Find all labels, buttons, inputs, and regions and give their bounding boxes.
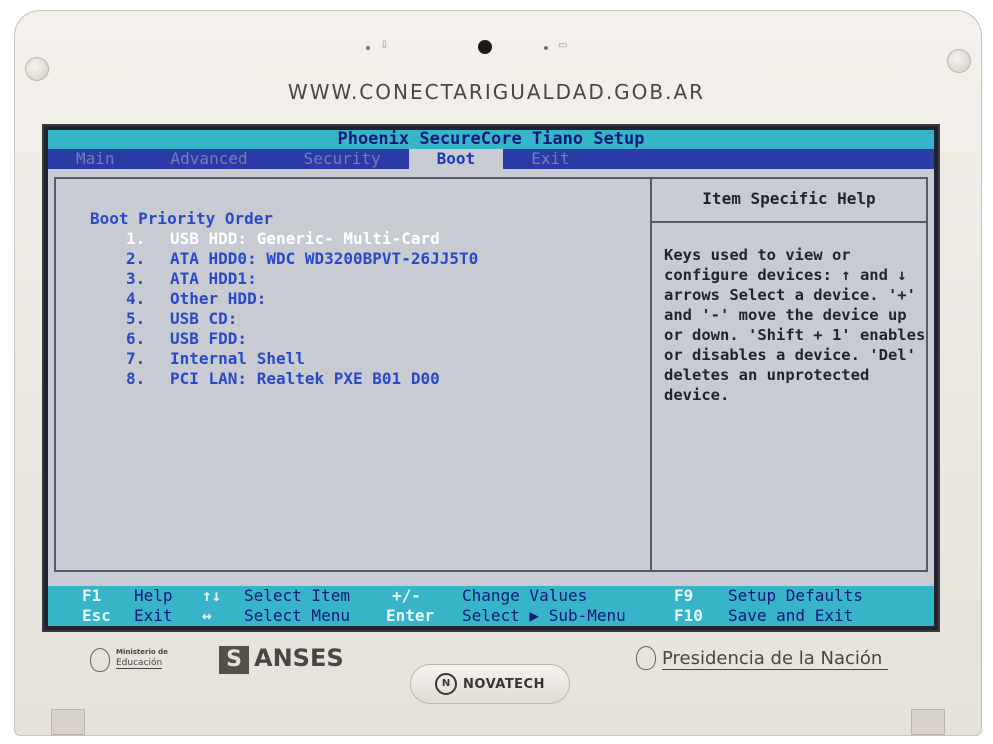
key-f9: F9 [674,586,694,605]
bios-menu-bar: Main Advanced Security Boot Exit [48,149,934,169]
boot-item[interactable]: 3. ATA HDD1: [126,269,478,289]
tab-boot[interactable]: Boot [408,149,504,169]
novatech-badge: N NOVATECH [410,664,570,704]
novatech-logo-icon: N [435,673,457,695]
boot-item-number: 6. [126,329,146,348]
boot-item[interactable]: 1. USB HDD: Generic- Multi-Card [126,229,478,249]
boot-options-panel: Boot Priority Order 1. USB HDD: Generic- … [54,177,652,572]
key-left-right: ↔ [202,606,212,625]
boot-item[interactable]: 5. USB CD: [126,309,478,329]
tab-exit[interactable]: Exit [503,149,598,169]
anses-logo-text: ANSES [254,644,344,672]
bios-setup: Phoenix SecureCore Tiano Setup Main Adva… [48,130,934,626]
hinge-right [911,709,945,735]
presidencia-text: Presidencia de la Nación [662,648,889,670]
tab-main[interactable]: Main [48,149,143,169]
boot-item-label: ATA HDD1: [170,269,257,288]
boot-item-label: USB HDD: Generic- Multi-Card [170,229,440,248]
help-title: Item Specific Help [652,179,926,223]
key-enter: Enter [386,606,435,625]
webcam-icon [478,40,492,54]
boot-item-number: 3. [126,269,146,288]
boot-item[interactable]: 2. ATA HDD0: WDC WD3200BPVT-26JJ5T0 [126,249,478,269]
novatech-text: NOVATECH [463,676,545,692]
section-title: Boot Priority Order [90,209,274,228]
key-f10: F10 [674,606,703,625]
key-f1-desc: Help [134,586,173,605]
mic-icon: ⇩ [380,40,389,51]
help-panel: Item Specific Help Keys used to view or … [650,177,928,572]
key-f1: F1 [82,586,102,605]
boot-priority-list: 1. USB HDD: Generic- Multi-Card 2. ATA HDD… [126,229,478,389]
boot-item-label: USB CD: [170,309,238,328]
boot-item-number: 2. [126,249,146,268]
bios-title: Phoenix SecureCore Tiano Setup [48,130,934,149]
key-legend: F1 Help ↑↓ Select Item +/- Change Values… [48,586,934,626]
screen: Phoenix SecureCore Tiano Setup Main Adva… [42,124,940,632]
light-dot-icon [544,46,548,50]
site-url: WWW.CONECTARIGUALDAD.GOB.AR [287,80,706,104]
presidencia-seal-icon [636,646,656,670]
key-up-down: ↑↓ [202,586,222,605]
tab-advanced[interactable]: Advanced [143,149,276,169]
anses-logo-icon: S [219,646,249,674]
key-plus-minus: +/- [392,586,421,605]
key-esc: Esc [82,606,111,625]
ministerio-line2: Educación [116,658,163,669]
boot-item[interactable]: 4. Other HDD: [126,289,478,309]
tab-security[interactable]: Security [276,149,409,169]
boot-item-label: USB FDD: [170,329,248,348]
boot-item-number: 7. [126,349,146,368]
boot-item[interactable]: 8. PCI LAN: Realtek PXE B01 D00 [126,369,478,389]
screw-left-icon [25,57,49,81]
key-up-down-desc: Select Item [244,586,350,605]
boot-item-number: 5. [126,309,146,328]
ministerio-seal-icon [90,648,110,672]
mic-dot-icon [366,46,370,50]
boot-item-label: PCI LAN: Realtek PXE B01 D00 [170,369,440,388]
boot-item-number: 4. [126,289,146,308]
ministerio-line1: Ministerio de [116,648,168,656]
camera-led-icon: ▭ [558,40,568,51]
screw-right-icon [947,49,971,73]
boot-item-label: Other HDD: [170,289,267,308]
key-plus-minus-desc: Change Values [462,586,588,605]
boot-item[interactable]: 7. Internal Shell [126,349,478,369]
boot-item-label: ATA HDD0: WDC WD3200BPVT-26JJ5T0 [170,249,479,268]
key-f9-desc: Setup Defaults [728,586,863,605]
boot-item-number: 8. [126,369,146,388]
boot-item-label: Internal Shell [170,349,305,368]
key-esc-desc: Exit [134,606,173,625]
key-enter-desc: Select ▶ Sub-Menu [462,606,626,625]
boot-item-number: 1. [126,229,146,248]
key-f10-desc: Save and Exit [728,606,854,625]
key-left-right-desc: Select Menu [244,606,350,625]
hinge-left [51,709,85,735]
help-text: Keys used to view or configure devices: … [664,246,926,404]
boot-item[interactable]: 6. USB FDD: [126,329,478,349]
